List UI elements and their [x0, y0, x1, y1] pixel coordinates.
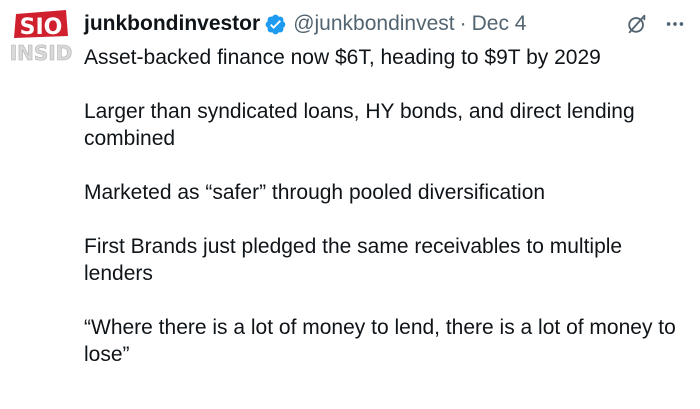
tweet-paragraph-1: Asset-backed finance now $6T, heading to…: [84, 46, 601, 69]
tweet-text: Asset-backed finance now $6T, heading to…: [84, 44, 696, 368]
display-name[interactable]: junkbondinvestor: [84, 10, 260, 38]
tweet-paragraph-4: First Brands just pledged the same recei…: [84, 235, 623, 285]
verified-badge-icon[interactable]: [264, 13, 287, 36]
grok-icon[interactable]: [626, 13, 648, 35]
avatar[interactable]: SIO INSID: [9, 6, 73, 68]
handle[interactable]: @junkbondinvest: [293, 10, 454, 38]
more-icon[interactable]: [664, 13, 686, 35]
separator-dot: ·: [459, 12, 467, 35]
tweet-actions: [626, 10, 686, 38]
tweet-paragraph-5: “Where there is a lot of money to lend, …: [84, 316, 676, 366]
tweet-paragraph-2: Larger than syndicated loans, HY bonds, …: [84, 100, 635, 150]
tweet-header: junkbondinvestor @junkbondinvest · Dec 4: [84, 10, 526, 38]
tweet-card[interactable]: SIO INSID junkbondinvestor @junkbondinve…: [0, 0, 700, 409]
avatar-line1: SIO: [20, 15, 63, 40]
tweet-date[interactable]: Dec 4: [472, 10, 527, 38]
tweet-paragraph-3: Marketed as “safer” through pooled diver…: [84, 181, 546, 204]
avatar-line2: INSID: [10, 41, 72, 65]
avatar-logo-icon: SIO INSID: [9, 6, 73, 68]
